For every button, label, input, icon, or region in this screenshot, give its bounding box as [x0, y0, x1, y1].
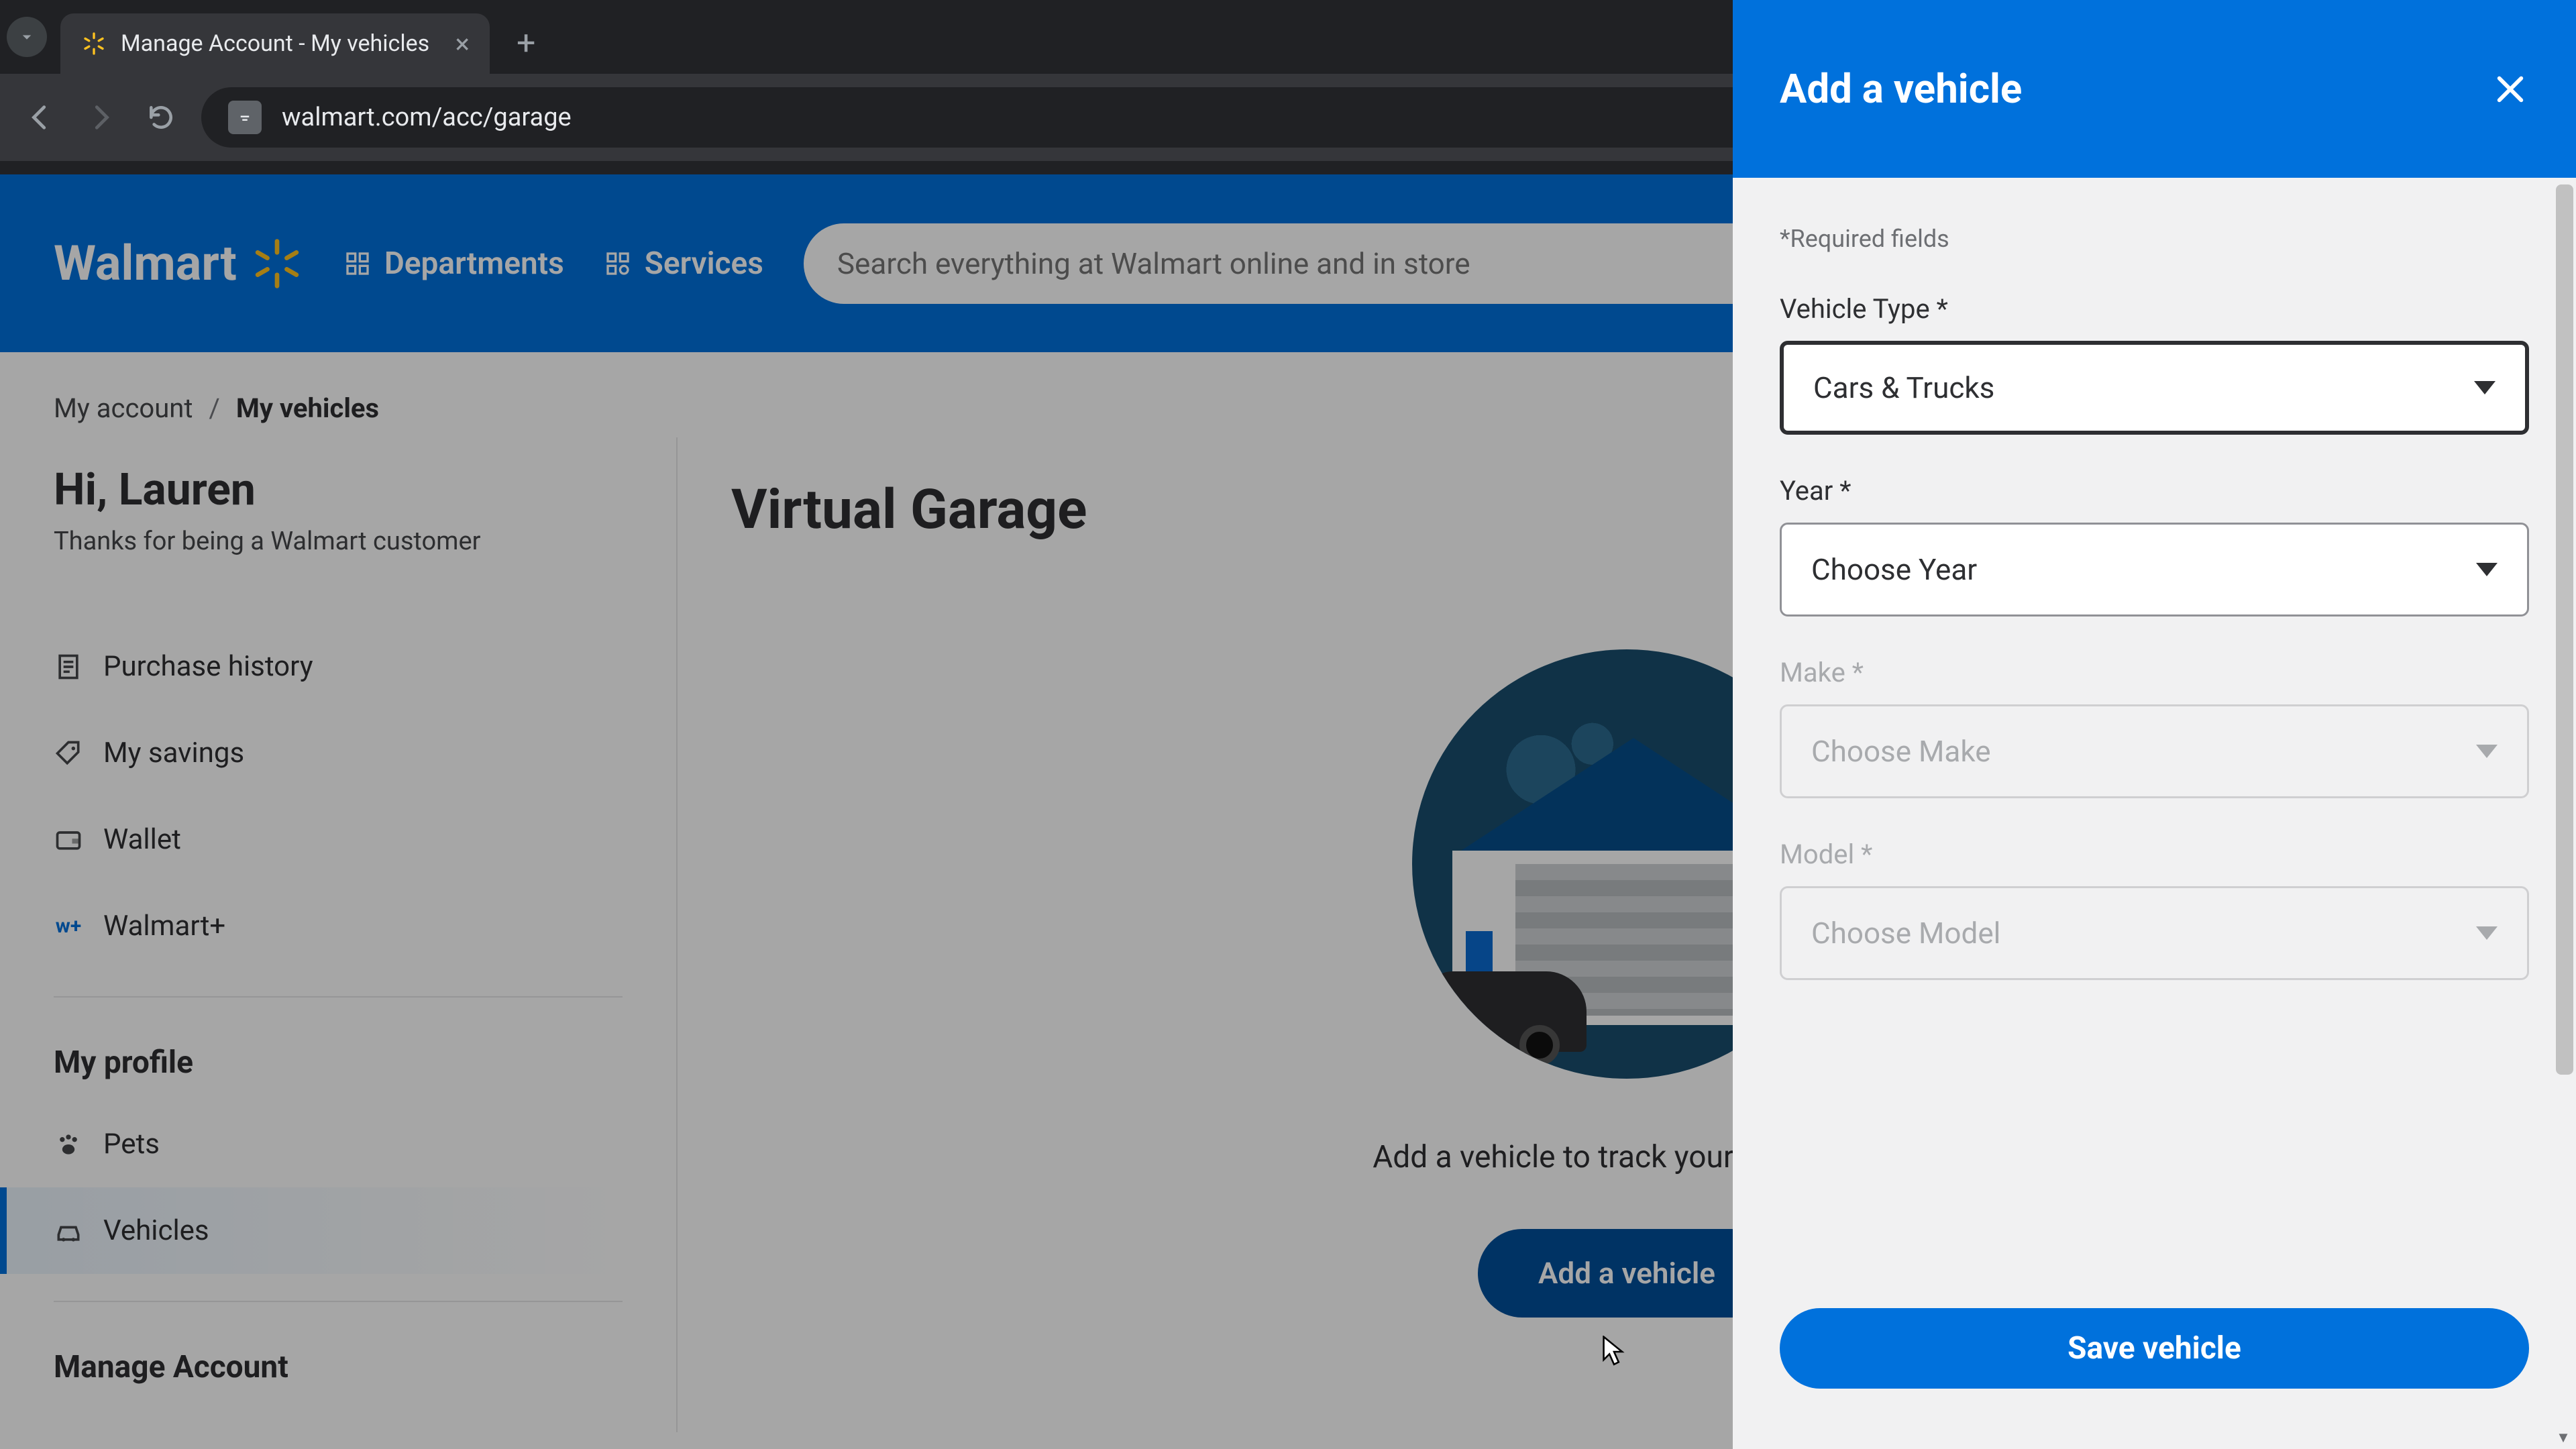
scrollbar-thumb[interactable] — [2556, 184, 2573, 1075]
vehicle-type-label: Vehicle Type * — [1780, 293, 2529, 325]
model-select: Choose Model — [1780, 886, 2529, 980]
required-fields-note: *Required fields — [1780, 225, 2529, 253]
make-label: Make * — [1780, 657, 2529, 688]
forward-button[interactable] — [80, 97, 121, 138]
browser-tab[interactable]: Manage Account - My vehicles × — [60, 13, 490, 74]
drawer-footer: Save vehicle — [1733, 1275, 2576, 1449]
model-value: Choose Model — [1811, 916, 2000, 951]
drawer-close-button[interactable] — [2491, 70, 2529, 108]
tab-search-button[interactable] — [7, 17, 47, 57]
vehicle-type-value: Cars & Trucks — [1813, 370, 1994, 405]
site-info-icon[interactable] — [228, 101, 262, 134]
drawer-body: *Required fields Vehicle Type * Cars & T… — [1733, 178, 2576, 1275]
model-label: Model * — [1780, 839, 2529, 870]
make-select: Choose Make — [1780, 704, 2529, 798]
drawer-title: Add a vehicle — [1780, 65, 2022, 113]
save-vehicle-button[interactable]: Save vehicle — [1780, 1308, 2529, 1389]
drawer-scrollbar[interactable]: ▲ ▼ — [2549, 178, 2576, 1449]
year-label: Year * — [1780, 475, 2529, 506]
tab-close-icon[interactable]: × — [455, 28, 470, 60]
new-tab-button[interactable]: + — [517, 24, 535, 63]
chevron-down-icon — [2476, 926, 2498, 940]
year-select[interactable]: Choose Year — [1780, 523, 2529, 616]
chevron-down-icon — [2474, 381, 2496, 394]
drawer-header: Add a vehicle — [1733, 0, 2576, 178]
chevron-down-icon — [2476, 745, 2498, 758]
scroll-down-icon[interactable]: ▼ — [2555, 1429, 2572, 1446]
back-button[interactable] — [20, 97, 60, 138]
make-value: Choose Make — [1811, 734, 1991, 769]
walmart-spark-icon — [80, 30, 107, 57]
year-value: Choose Year — [1811, 552, 1977, 587]
tab-title: Manage Account - My vehicles — [121, 30, 442, 57]
vehicle-type-select[interactable]: Cars & Trucks — [1780, 341, 2529, 435]
add-vehicle-drawer: Add a vehicle *Required fields Vehicle T… — [1733, 0, 2576, 1449]
reload-button[interactable] — [141, 97, 181, 138]
chevron-down-icon — [2476, 563, 2498, 576]
